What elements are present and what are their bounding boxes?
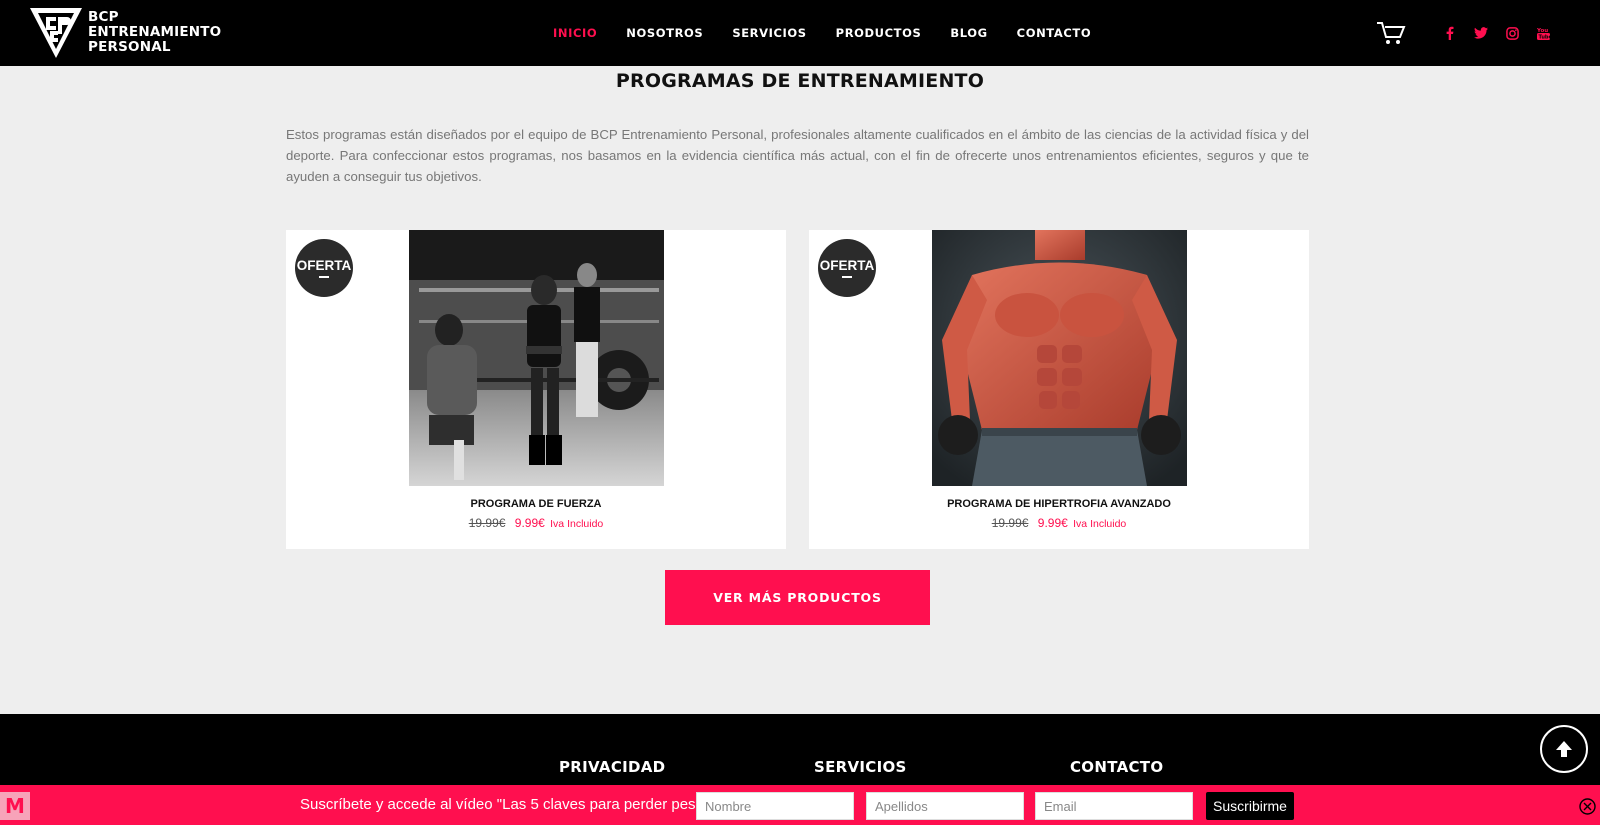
badge-divider <box>842 276 852 278</box>
email-input[interactable] <box>1035 792 1193 820</box>
logo-line-3: PERSONAL <box>88 38 171 55</box>
product-title[interactable]: PROGRAMA DE HIPERTROFIA AVANZADO <box>809 498 1309 510</box>
section-title: PROGRAMAS DE ENTRENAMIENTO <box>615 70 985 92</box>
footer-heading-servicios: SERVICIOS <box>814 758 907 776</box>
subscribe-message: Suscríbete y accede al vídeo "Las 5 clav… <box>300 796 710 813</box>
tax-note: Iva Incluido <box>550 518 604 530</box>
nav-item-contacto[interactable]: CONTACTO <box>1017 26 1092 40</box>
old-price: 19.99€ <box>468 516 506 530</box>
sale-badge: OFERTA <box>295 239 353 297</box>
last-name-input[interactable] <box>866 792 1024 820</box>
product-image-hypertrophy[interactable] <box>932 230 1187 486</box>
svg-text:Tube: Tube <box>1538 35 1550 40</box>
nav-item-nosotros[interactable]: NOSOTROS <box>626 26 703 40</box>
product-card[interactable]: OFERTA PROGRAMA DE HIPERTROFIA AVANZADO … <box>809 230 1309 549</box>
subscribe-button[interactable]: Suscribirme <box>1206 792 1294 820</box>
scroll-to-top-button[interactable] <box>1540 725 1588 773</box>
instagram-icon[interactable] <box>1505 26 1519 40</box>
sale-badge: OFERTA <box>818 239 876 297</box>
nav-item-productos[interactable]: PRODUCTOS <box>836 26 922 40</box>
nav-item-inicio[interactable]: INICIO <box>553 26 597 40</box>
close-icon[interactable] <box>1579 798 1596 815</box>
mailer-logo-icon: M <box>0 792 30 820</box>
product-price: 19.99€ 9.99€ Iva Incluido <box>286 516 786 530</box>
product-image-strength[interactable] <box>409 230 664 486</box>
nav-item-servicios[interactable]: SERVICIOS <box>732 26 806 40</box>
logo-line-2: ENTRENAMIENTO <box>88 23 222 40</box>
first-name-input[interactable] <box>696 792 854 820</box>
logo-wordmark: BCP ENTRENAMIENTO PERSONAL <box>88 8 222 55</box>
footer-heading-privacidad: PRIVACIDAD <box>559 758 666 776</box>
nav-item-blog[interactable]: BLOG <box>950 26 987 40</box>
product-title[interactable]: PROGRAMA DE FUERZA <box>286 498 786 510</box>
logo-line-1: BCP <box>88 8 119 25</box>
facebook-icon[interactable] <box>1443 26 1457 40</box>
site-header: BCP ENTRENAMIENTO PERSONAL INICIO NOSOTR… <box>0 0 1600 66</box>
twitter-icon[interactable] <box>1474 26 1488 40</box>
subscribe-bar: M Suscríbete y accede al vídeo "Las 5 cl… <box>0 785 1600 825</box>
sale-badge-label: OFERTA <box>296 258 352 273</box>
section-intro: Estos programas están diseñados por el e… <box>286 127 1309 184</box>
sale-badge-label: OFERTA <box>819 258 875 273</box>
product-card[interactable]: OFERTA PROGRAMA DE FUERZA 19.99€ 9.99€ I… <box>286 230 786 549</box>
site-logo[interactable]: BCP ENTRENAMIENTO PERSONAL <box>28 4 221 60</box>
youtube-icon[interactable]: YouTube <box>1536 26 1550 40</box>
badge-divider <box>319 276 329 278</box>
tax-note: Iva Incluido <box>1073 518 1127 530</box>
old-price: 19.99€ <box>991 516 1029 530</box>
sale-price: 9.99€ <box>1037 516 1068 530</box>
logo-emblem-icon <box>30 8 82 58</box>
arrow-up-icon <box>1556 741 1572 757</box>
header-icons: YouTube <box>1376 0 1550 66</box>
main-nav: INICIO NOSOTROS SERVICIOS PRODUCTOS BLOG… <box>553 0 1120 66</box>
sale-price: 9.99€ <box>514 516 545 530</box>
cart-icon[interactable] <box>1376 20 1406 46</box>
product-price: 19.99€ 9.99€ Iva Incluido <box>809 516 1309 530</box>
footer-heading-contacto: CONTACTO <box>1070 758 1164 776</box>
view-more-products-button[interactable]: VER MÁS PRODUCTOS <box>665 570 930 625</box>
